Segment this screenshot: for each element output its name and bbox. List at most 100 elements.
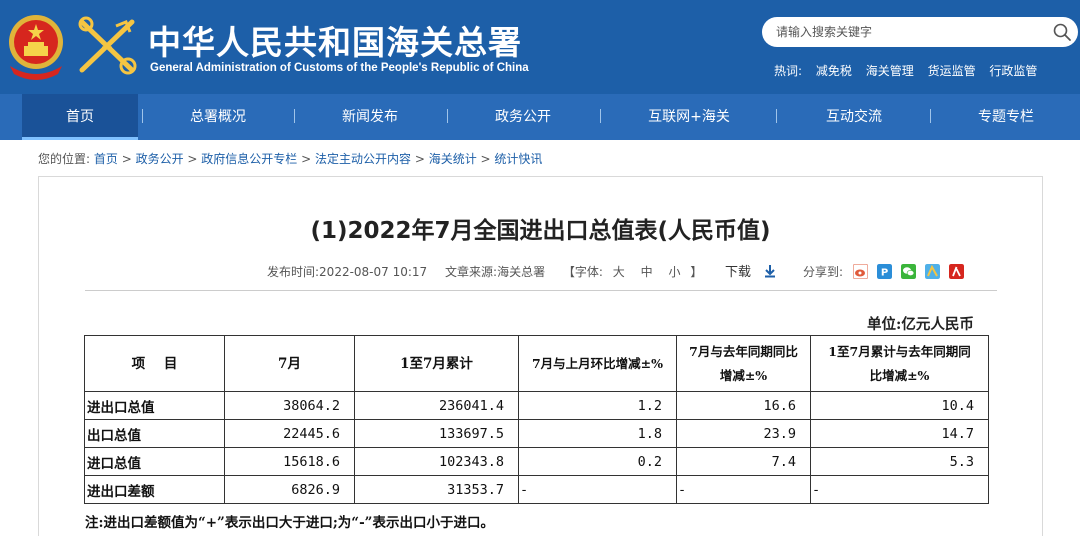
site-header: 中华人民共和国海关总署 General Administration of Cu… <box>0 0 1080 94</box>
download-label: 下载 <box>725 265 752 280</box>
table-cell: 6826.9 <box>224 475 355 504</box>
table-header-cell: 7月与去年同期同比 增减±% <box>676 335 811 392</box>
search-icon[interactable] <box>1052 22 1072 42</box>
table-row: 进出口差额 6826.9 31353.7 - - - <box>84 475 989 504</box>
wechat-share-icon[interactable] <box>901 264 916 279</box>
download-button[interactable]: 下载 <box>725 261 777 280</box>
weibo-share-icon[interactable] <box>853 264 868 279</box>
article-source: 海关总署 <box>497 265 546 279</box>
nav-item-overview[interactable]: 总署概况 <box>158 94 278 140</box>
renren-share-icon[interactable] <box>925 264 940 279</box>
nav-divider <box>447 109 448 123</box>
hot-word-link[interactable]: 行政监管 <box>989 64 1037 78</box>
breadcrumb-link-statutory-content[interactable]: 法定主动公开内容 <box>315 152 411 166</box>
search-input[interactable] <box>776 22 1036 42</box>
main-nav: 首页 总署概况 新闻发布 政务公开 互联网+海关 互动交流 专题专栏 <box>0 94 1080 140</box>
customs-logo-icon[interactable] <box>76 14 138 80</box>
header-yoy-line1: 7月与去年同期同比 <box>689 343 798 359</box>
table-cell: 22445.6 <box>224 419 355 448</box>
breadcrumb-separator: > <box>476 152 495 166</box>
publish-label: 发布时间: <box>267 265 320 279</box>
hot-words: 热词: 减免税 海关管理 货运监管 行政监管 <box>774 62 1047 79</box>
table-row: 进口总值 15618.6 102343.8 0.2 7.4 5.3 <box>84 447 989 476</box>
font-size-close-bracket: 】 <box>690 265 703 279</box>
nav-item-home[interactable]: 首页 <box>22 94 138 140</box>
font-size-label: 【字体: <box>562 265 603 279</box>
table-header-cell: 项 目 <box>84 335 225 392</box>
national-emblem-icon[interactable] <box>6 10 66 82</box>
breadcrumb-separator: > <box>411 152 429 166</box>
table-cell: - <box>676 475 811 504</box>
table-cell: 16.6 <box>676 391 811 420</box>
table-cell: 0.2 <box>518 447 677 476</box>
row-label: 进口总值 <box>84 447 225 476</box>
table-cell: - <box>518 475 677 504</box>
article-container: (1)2022年7月全国进出口总值表(人民币值) 发布时间:2022-08-07… <box>38 176 1043 536</box>
breadcrumb: 您的位置: 首页 > 政务公开 > 政府信息公开专栏 > 法定主动公开内容 > … <box>38 150 542 167</box>
table-row: 出口总值 22445.6 133697.5 1.8 23.9 14.7 <box>84 419 989 448</box>
site-title-cn: 中华人民共和国海关总署 <box>148 23 522 62</box>
download-icon <box>765 265 776 278</box>
row-label: 进出口总值 <box>84 391 225 420</box>
nav-divider <box>294 109 295 123</box>
breadcrumb-link-government-affairs[interactable]: 政务公开 <box>136 152 184 166</box>
nav-item-special-topics[interactable]: 专题专栏 <box>946 94 1066 140</box>
table-cell: 38064.2 <box>224 391 355 420</box>
table-row: 进出口总值 38064.2 236041.4 1.2 16.6 10.4 <box>84 391 989 420</box>
breadcrumb-link-home[interactable]: 首页 <box>94 152 118 166</box>
header-mom: 7月与上月环比增减±% <box>531 355 664 371</box>
nav-item-government-affairs[interactable]: 政务公开 <box>463 94 583 140</box>
site-title-en: General Administration of Customs of the… <box>150 62 529 74</box>
hot-word-link[interactable]: 减免税 <box>816 64 852 78</box>
table-footnote: 注:进出口差额值为“+”表示出口大于进口;为“-”表示出口小于进口。 <box>85 515 494 531</box>
table-cell: 5.3 <box>810 447 989 476</box>
hot-word-link[interactable]: 货运监管 <box>928 64 976 78</box>
font-size-small-button[interactable]: 小 <box>668 265 680 279</box>
table-cell: 31353.7 <box>354 475 519 504</box>
breadcrumb-separator: > <box>297 152 315 166</box>
table-header-cell: 7月 <box>224 335 355 392</box>
font-size-medium-button[interactable]: 中 <box>641 265 653 279</box>
breadcrumb-link-info-disclosure[interactable]: 政府信息公开专栏 <box>201 152 297 166</box>
table-cell: 102343.8 <box>354 447 519 476</box>
nav-item-news[interactable]: 新闻发布 <box>310 94 430 140</box>
nav-item-interaction[interactable]: 互动交流 <box>792 94 916 140</box>
breadcrumb-prefix: 您的位置: <box>38 152 91 166</box>
row-label: 进出口差额 <box>84 475 225 504</box>
table-cell: 10.4 <box>810 391 989 420</box>
nav-divider <box>142 109 143 123</box>
table-cell: 236041.4 <box>354 391 519 420</box>
header-ytd: 1至7月累计 <box>400 355 473 372</box>
font-size-large-button[interactable]: 大 <box>613 265 625 279</box>
table-header-cell: 1至7月累计 <box>354 335 519 392</box>
breadcrumb-link-statistics-flash[interactable]: 统计快讯 <box>494 152 542 166</box>
hot-word-link[interactable]: 海关管理 <box>866 64 914 78</box>
breadcrumb-link-customs-statistics[interactable]: 海关统计 <box>429 152 477 166</box>
unit-label: 单位:亿元人民币 <box>867 316 974 333</box>
table-cell: 23.9 <box>676 419 811 448</box>
table-header-cell: 1至7月累计与去年同期同 比增减±% <box>810 335 989 392</box>
people-share-icon[interactable] <box>949 264 964 279</box>
meta-divider <box>85 290 997 291</box>
nav-divider <box>600 109 601 123</box>
table-cell: 14.7 <box>810 419 989 448</box>
nav-divider <box>776 109 777 123</box>
breadcrumb-separator: > <box>117 152 136 166</box>
nav-item-internet-customs[interactable]: 互联网+海关 <box>616 94 762 140</box>
trade-stats-table: 项 目 7月 1至7月累计 7月与上月环比增减±% 7月与去年同期同比 增减±% … <box>84 335 989 504</box>
table-cell: 15618.6 <box>224 447 355 476</box>
nav-divider <box>930 109 931 123</box>
table-header-row: 项 目 7月 1至7月累计 7月与上月环比增减±% 7月与去年同期同比 增减±% … <box>84 335 989 392</box>
table-header-cell: 7月与上月环比增减±% <box>518 335 677 392</box>
row-label: 出口总值 <box>84 419 225 448</box>
table-cell: 1.2 <box>518 391 677 420</box>
search-box <box>762 17 1078 47</box>
qzone-share-icon[interactable]: P <box>877 264 892 279</box>
header-july: 7月 <box>278 355 301 372</box>
publish-time: 2022-08-07 10:17 <box>319 265 428 279</box>
header-ytd-yoy-line2: 比增减±% <box>869 367 930 383</box>
table-cell: 7.4 <box>676 447 811 476</box>
hot-words-label: 热词: <box>774 64 803 78</box>
header-ytd-yoy-line1: 1至7月累计与去年同期同 <box>828 343 971 359</box>
svg-text:P: P <box>881 268 888 279</box>
